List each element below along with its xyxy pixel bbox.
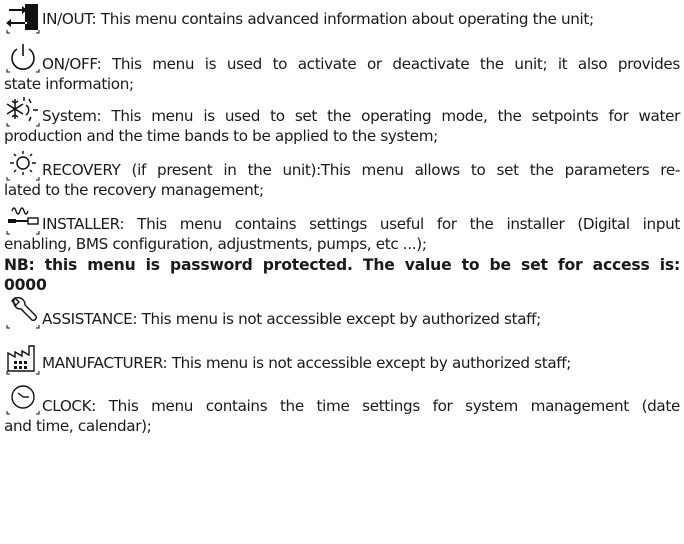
- system-text-line2: production and the time bands to be appl…: [4, 127, 438, 145]
- installer-text-line1: INSTALLER: This menu contains settings u…: [42, 215, 680, 233]
- password-note-line1: NB: this menu is password protected. The…: [4, 256, 680, 274]
- assistance-text: ASSISTANCE: This menu is not accessible …: [42, 310, 541, 328]
- recovery-text-line2: lated to the recovery management;: [4, 181, 264, 199]
- clock-text-line2: and time, calendar);: [4, 417, 152, 435]
- clock-text-line1: CLOCK: This menu contains the time setti…: [42, 397, 680, 415]
- recovery-text-line1: RECOVERY (if present in the unit):This m…: [42, 161, 680, 179]
- manufacturer-text: MANUFACTURER: This menu is not accessibl…: [42, 354, 572, 372]
- installer-text-line2: enabling, BMS configuration, adjustments…: [4, 235, 427, 253]
- in-out-icon: [6, 2, 40, 34]
- manual-page: IN/OUT: This menu contains advanced info…: [0, 0, 684, 544]
- manufacturer-factory-icon: [6, 343, 40, 375]
- onoff-text-line1: ON/OFF: This menu is used to activate or…: [42, 55, 680, 73]
- system-snow-sun-icon: [6, 95, 40, 127]
- system-text-line1: System: This menu is used to set the ope…: [42, 107, 680, 125]
- password-note-line2: 0000: [4, 276, 47, 294]
- power-icon: [6, 41, 40, 73]
- inout-text: IN/OUT: This menu contains advanced info…: [42, 10, 594, 28]
- clock-icon: [6, 383, 40, 415]
- onoff-text-line2: state information;: [4, 75, 134, 93]
- installer-wrench-heater-icon: [6, 203, 40, 235]
- assistance-wrench-icon: [6, 297, 40, 329]
- recovery-sun-icon: [6, 149, 40, 181]
